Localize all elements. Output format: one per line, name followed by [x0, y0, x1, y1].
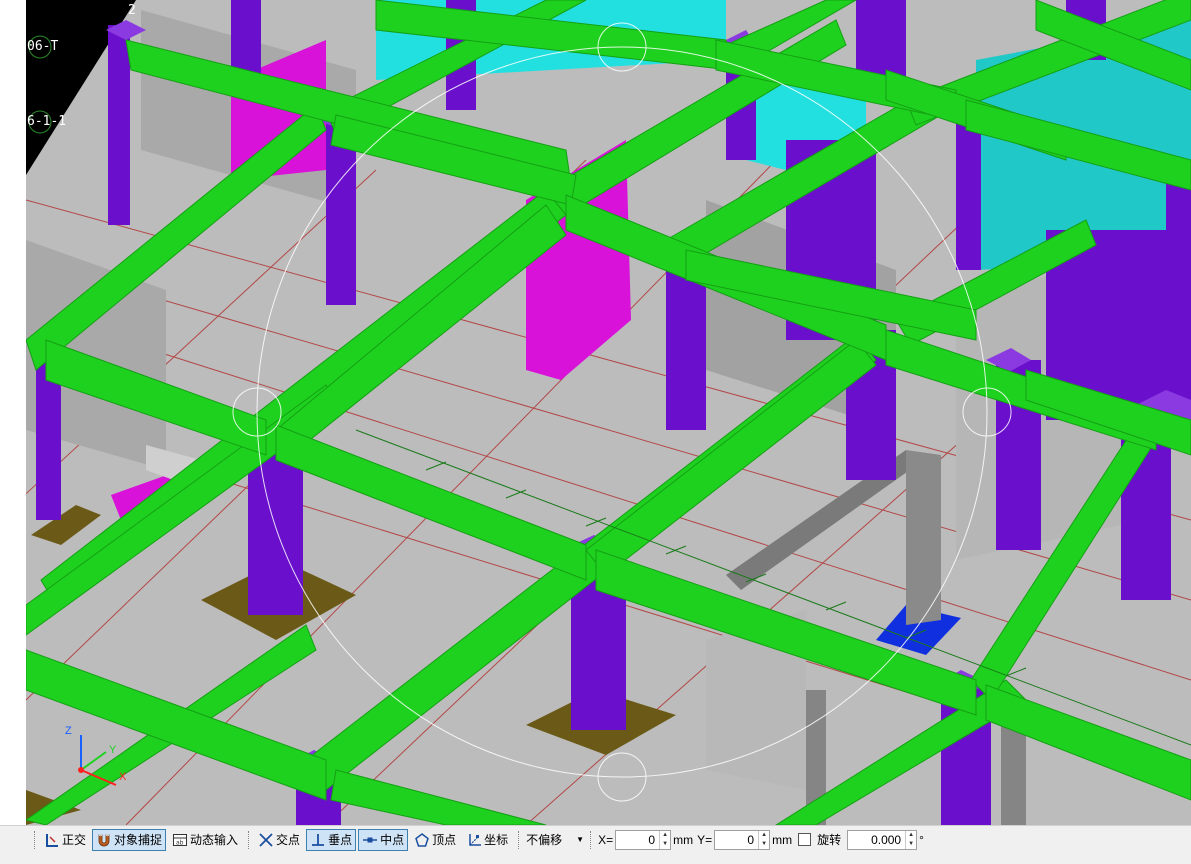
dynamic-input-button[interactable]: ab 动态输入	[168, 829, 242, 851]
object-snap-label: 对象捕捉	[114, 833, 163, 847]
structure-3d-model[interactable]	[26, 0, 1191, 825]
ortho-icon	[46, 833, 58, 847]
perpendicular-label: 垂点	[328, 833, 353, 847]
coordinate-snap-button[interactable]: 坐标	[462, 829, 512, 851]
rotate-angle-input[interactable]: 0.000 ▲ ▼	[847, 829, 918, 850]
dynamic-input-icon: ab	[173, 833, 188, 846]
x-coordinate-label: X=	[598, 832, 614, 847]
toolbar-separator	[248, 830, 250, 849]
dynamic-input-label: 动态输入	[190, 833, 239, 847]
midpoint-icon	[363, 837, 378, 842]
snap-toolbar: 正交 对象捕捉 ab 动态输入 交点 垂点 中点 顶点 坐标 不偏移 ▼ X= …	[0, 825, 1191, 853]
perpendicular-icon	[312, 833, 325, 846]
gizmo-x-label: X	[119, 771, 127, 783]
object-snap-button[interactable]: 对象捕捉	[92, 828, 167, 851]
pentagon-icon	[415, 832, 429, 847]
y-spinner-arrows[interactable]: ▲ ▼	[758, 830, 769, 849]
chevron-down-icon: ▼	[576, 835, 585, 844]
vertex-label: 顶点	[432, 833, 457, 847]
axis-label-611: 6-1-1	[27, 114, 67, 129]
svg-text:ab: ab	[176, 839, 184, 846]
toolbar-separator	[518, 830, 520, 849]
midpoint-label: 中点	[380, 833, 405, 847]
offset-mode-value: 不偏移	[526, 833, 563, 847]
y-coordinate-value: 0	[747, 832, 755, 847]
vertex-snap-button[interactable]: 顶点	[410, 829, 460, 851]
intersection-icon	[259, 832, 273, 847]
axis-label-06t: 06-T	[27, 39, 59, 54]
axis-label-top: 2	[128, 3, 136, 18]
ortho-button[interactable]: 正交	[40, 829, 90, 851]
x-coordinate-value: 0	[648, 832, 656, 847]
y-unit-label: mm	[772, 832, 793, 847]
x-unit-label: mm	[673, 832, 694, 847]
rotate-checkbox[interactable]	[798, 833, 812, 846]
3d-viewport[interactable]: 2 06-T 6-1-1 Z Y X	[0, 0, 1191, 825]
rotate-spinner-arrows[interactable]: ▲ ▼	[905, 830, 916, 849]
offset-mode-select[interactable]: 不偏移 ▼	[524, 830, 586, 850]
x-coordinate-input[interactable]: 0 ▲ ▼	[615, 829, 672, 850]
ortho-label: 正交	[62, 833, 87, 847]
intersection-snap-button[interactable]: 交点	[254, 829, 304, 851]
perpendicular-snap-button[interactable]: 垂点	[306, 828, 357, 851]
gizmo-y-label: Y	[109, 744, 117, 756]
magnet-icon	[98, 833, 110, 846]
toolbar-grip	[34, 830, 36, 849]
toolbar-separator	[590, 830, 592, 849]
left-panel-edge	[0, 0, 27, 825]
status-bar	[0, 853, 1191, 864]
coordinate-icon	[469, 833, 482, 846]
coordinate-label: 坐标	[484, 833, 509, 847]
x-spinner-arrows[interactable]: ▲ ▼	[659, 830, 670, 849]
rotate-label: 旋转	[817, 833, 842, 847]
degree-symbol: °	[919, 832, 924, 847]
y-coordinate-label: Y=	[697, 832, 713, 847]
rotate-angle-value: 0.000	[871, 832, 902, 847]
gizmo-z-label: Z	[65, 725, 72, 737]
y-coordinate-input[interactable]: 0 ▲ ▼	[714, 829, 771, 850]
intersection-label: 交点	[276, 833, 301, 847]
midpoint-snap-button[interactable]: 中点	[358, 828, 409, 851]
